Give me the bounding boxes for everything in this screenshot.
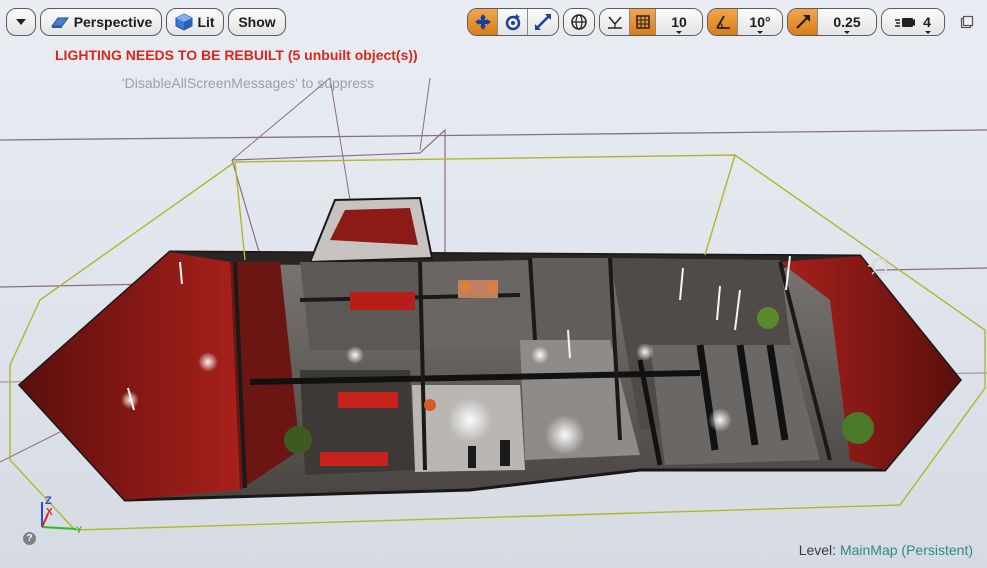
axis-x-label: X [46,507,53,518]
show-button[interactable]: Show [228,8,286,36]
rotation-snap-value-dropdown[interactable]: 10° [738,9,782,35]
chevron-down-icon [16,19,26,25]
world-local-button[interactable] [564,9,594,35]
grid-snap-value-dropdown[interactable]: 10 [656,9,702,35]
rotate-tool-button[interactable] [498,9,528,35]
angle-icon [715,15,730,29]
surface-snap-button[interactable] [600,9,630,35]
horizon-line [0,129,987,141]
rotate-icon [505,14,520,31]
chevron-down-icon [925,31,931,34]
perspective-label: Perspective [73,14,153,30]
lit-icon [175,13,193,31]
scale-snap-toggle[interactable] [788,9,818,35]
scale-tool-button[interactable] [528,9,558,35]
viewport-toolbar-left: Perspective Lit Show [6,6,286,38]
surface-snap-icon [607,16,622,29]
scale-snap-group: 0.25 [787,8,877,36]
camera-speed-icon [895,18,916,27]
move-icon [474,14,491,30]
lit-label: Lit [197,14,215,30]
view-mode-button[interactable]: Lit [166,8,224,36]
level-geometry[interactable] [17,196,962,502]
camera-speed-value: 4 [923,14,931,30]
level-viewport[interactable]: Perspective Lit Show 10 10° 0.25 4 LIGHT… [0,0,987,568]
rotation-snap-value: 10° [749,14,771,30]
grid-snap-toggle[interactable] [630,9,656,35]
suppress-hint: 'DisableAllScreenMessages' to suppress [122,75,375,91]
grid-snap-value: 10 [671,14,687,30]
axis-indicator: Z X Y [41,495,82,534]
axis-y-label: Y [76,525,82,534]
horizon-line [0,431,61,463]
world-local-toggle [563,8,595,36]
bounds-box [419,77,431,151]
move-tool-button[interactable] [468,9,498,35]
help-icon[interactable]: ? [23,532,36,545]
transform-tools [467,8,559,36]
level-status: Level: MainMap (Persistent) [799,542,973,558]
scale-snap-value: 0.25 [833,14,861,30]
rotation-snap-toggle[interactable] [708,9,738,35]
viewport-toolbar-right: 10 10° 0.25 4 [467,6,945,38]
perspective-icon [50,17,69,28]
chevron-down-icon [757,31,763,34]
scale-snap-value-dropdown[interactable]: 0.25 [818,9,876,35]
lighting-warning: LIGHTING NEEDS TO BE REBUILT (5 unbuilt … [55,47,418,63]
scale-icon [535,14,551,30]
axis-z-label: Z [45,495,52,507]
show-label: Show [238,14,276,30]
grid-snap-group: 10 [599,8,703,36]
maximize-icon[interactable] [960,15,974,29]
camera-speed-group: 4 [881,8,945,36]
rotation-snap-group: 10° [707,8,783,36]
level-name[interactable]: MainMap (Persistent) [840,542,973,558]
chevron-down-icon [676,31,682,34]
level-label: Level: [798,542,837,558]
globe-icon [571,14,587,30]
viewport-options-button[interactable] [6,8,36,36]
camera-speed-dropdown[interactable]: 4 [882,9,944,35]
chevron-down-icon [844,31,850,34]
bounds-box [329,77,351,201]
grid-icon [635,15,650,29]
perspective-button[interactable]: Perspective [40,8,162,36]
scale-snap-icon [795,15,810,29]
